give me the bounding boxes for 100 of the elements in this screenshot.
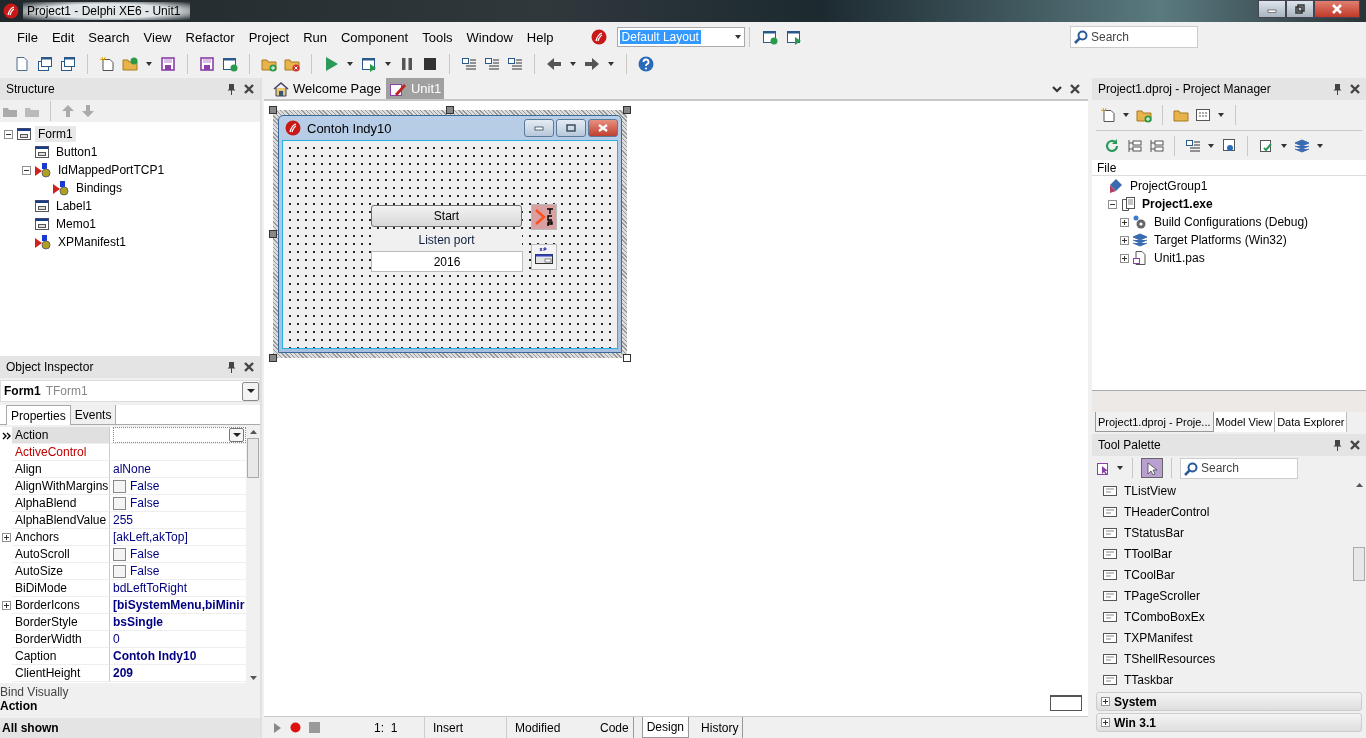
pin-icon[interactable]: [1333, 83, 1342, 95]
close-icon[interactable]: [1070, 83, 1080, 94]
page-icon[interactable]: [14, 56, 30, 72]
play-icon[interactable]: [273, 721, 282, 734]
palette-item[interactable]: TPageScroller: [1092, 585, 1352, 606]
expand-toggle[interactable]: [1108, 199, 1117, 209]
close-button[interactable]: [1314, 0, 1360, 18]
dropdown-button[interactable]: [229, 428, 244, 442]
palette-item[interactable]: TListView: [1092, 480, 1352, 501]
tab[interactable]: Model View: [1213, 412, 1276, 432]
list-icon[interactable]: [507, 56, 523, 72]
tree-icon[interactable]: [1126, 137, 1142, 154]
scrollbar[interactable]: [246, 427, 260, 683]
object-selector[interactable]: Form1 TForm1: [0, 380, 260, 402]
resize-handle[interactable]: [446, 106, 454, 114]
tree-item[interactable]: IdMappedPortTCP1: [55, 162, 168, 178]
refresh-icon[interactable]: [1104, 137, 1120, 154]
pin-icon[interactable]: [227, 83, 236, 95]
resize-handle[interactable]: [623, 106, 631, 114]
palette-category[interactable]: System: [1096, 692, 1362, 711]
checkbox[interactable]: [113, 564, 126, 578]
checkbox[interactable]: [113, 547, 126, 561]
chevron-down-icon[interactable]: [1052, 83, 1062, 94]
menu-item[interactable]: Component: [334, 26, 416, 48]
close-icon[interactable]: [1350, 440, 1360, 450]
menu-item[interactable]: Refactor: [178, 26, 242, 48]
close-icon[interactable]: [1350, 84, 1360, 94]
checkbox[interactable]: [113, 479, 126, 493]
menu-item[interactable]: File: [10, 26, 45, 48]
tree-item[interactable]: Target Platforms (Win32): [1151, 232, 1290, 248]
expand-toggle[interactable]: [1101, 718, 1110, 727]
tab[interactable]: Properties: [6, 405, 71, 425]
maximize-button[interactable]: [1286, 0, 1314, 18]
tree-item[interactable]: Bindings: [73, 180, 126, 196]
palette-item[interactable]: TShellResources: [1092, 648, 1352, 669]
port-field[interactable]: 2016: [371, 251, 523, 272]
menu-item[interactable]: View: [136, 26, 179, 48]
close-icon[interactable]: [244, 362, 254, 372]
save-icon[interactable]: [160, 56, 176, 72]
select-pointer-button[interactable]: [1141, 458, 1163, 478]
menu-item[interactable]: Help: [519, 26, 561, 48]
expand-toggle[interactable]: [4, 129, 13, 139]
value-dropdown[interactable]: [113, 427, 246, 443]
palette-category[interactable]: Win 3.1: [1096, 713, 1362, 732]
tab[interactable]: Welcome Page: [270, 78, 384, 99]
expand-toggle[interactable]: [1101, 697, 1110, 706]
list-icon[interactable]: [484, 56, 500, 72]
new-page-icon[interactable]: [99, 56, 115, 72]
tree-item[interactable]: Label1: [53, 198, 96, 214]
tree-item[interactable]: Build Configurations (Debug): [1151, 214, 1312, 230]
arrow-left-icon[interactable]: [546, 56, 562, 72]
palette-item[interactable]: THeaderControl: [1092, 501, 1352, 522]
folder-plus-icon[interactable]: [1136, 107, 1152, 123]
expand-toggle[interactable]: [1120, 235, 1129, 245]
pause-icon[interactable]: [399, 56, 415, 72]
search-field[interactable]: Search: [1070, 26, 1198, 48]
tree-icon[interactable]: [1148, 137, 1164, 154]
list-icon[interactable]: [461, 56, 477, 72]
bind-visually-link[interactable]: Bind Visually: [0, 685, 69, 699]
start-button[interactable]: Start: [371, 205, 522, 227]
play-icon[interactable]: [323, 56, 339, 72]
tab[interactable]: Code: [596, 717, 634, 738]
folder-plus-icon[interactable]: [261, 56, 277, 72]
arrow-right-icon[interactable]: [584, 56, 600, 72]
menu-item[interactable]: Run: [296, 26, 334, 48]
tree-item[interactable]: XPManifest1: [55, 234, 130, 250]
dropdown-button[interactable]: [242, 381, 259, 401]
window-play-icon[interactable]: [361, 56, 377, 72]
record-icon[interactable]: [290, 722, 301, 733]
grid-icon[interactable]: [1195, 107, 1211, 123]
minimize-button[interactable]: [524, 119, 554, 137]
checkbox[interactable]: [113, 496, 126, 510]
menu-item[interactable]: Tools: [415, 26, 460, 48]
people-icon[interactable]: [1221, 137, 1237, 154]
checklist-icon[interactable]: [1258, 137, 1274, 154]
stop-icon[interactable]: [422, 56, 438, 72]
search-field[interactable]: Search: [1180, 457, 1298, 479]
palette-item[interactable]: TComboBoxEx: [1092, 606, 1352, 627]
windows-icon[interactable]: [60, 56, 76, 72]
folder-icon[interactable]: [122, 56, 138, 72]
tree-item[interactable]: ProjectGroup1: [1127, 178, 1211, 194]
tree-item[interactable]: Button1: [53, 144, 101, 160]
menu-item[interactable]: Window: [459, 26, 520, 48]
tree-item[interactable]: Memo1: [53, 216, 99, 232]
form-preview-icon[interactable]: [1050, 695, 1082, 711]
save-icon[interactable]: [199, 56, 215, 72]
palette-item[interactable]: TCoolBar: [1092, 564, 1352, 585]
expand-toggle[interactable]: [1, 533, 11, 542]
pin-icon[interactable]: [227, 361, 236, 373]
tab[interactable]: Events: [70, 405, 117, 424]
close-icon[interactable]: [244, 84, 254, 94]
pin-icon[interactable]: [1333, 439, 1342, 451]
palette-item[interactable]: TXPManifest: [1092, 627, 1352, 648]
resize-handle[interactable]: [269, 354, 277, 362]
tab[interactable]: Design: [641, 717, 690, 738]
expand-toggle[interactable]: [1120, 253, 1129, 263]
tree-item[interactable]: Unit1.pas: [1151, 250, 1208, 266]
maximize-button[interactable]: [556, 119, 586, 137]
folder-remove-icon[interactable]: [284, 56, 300, 72]
palette-item[interactable]: TToolBar: [1092, 543, 1352, 564]
